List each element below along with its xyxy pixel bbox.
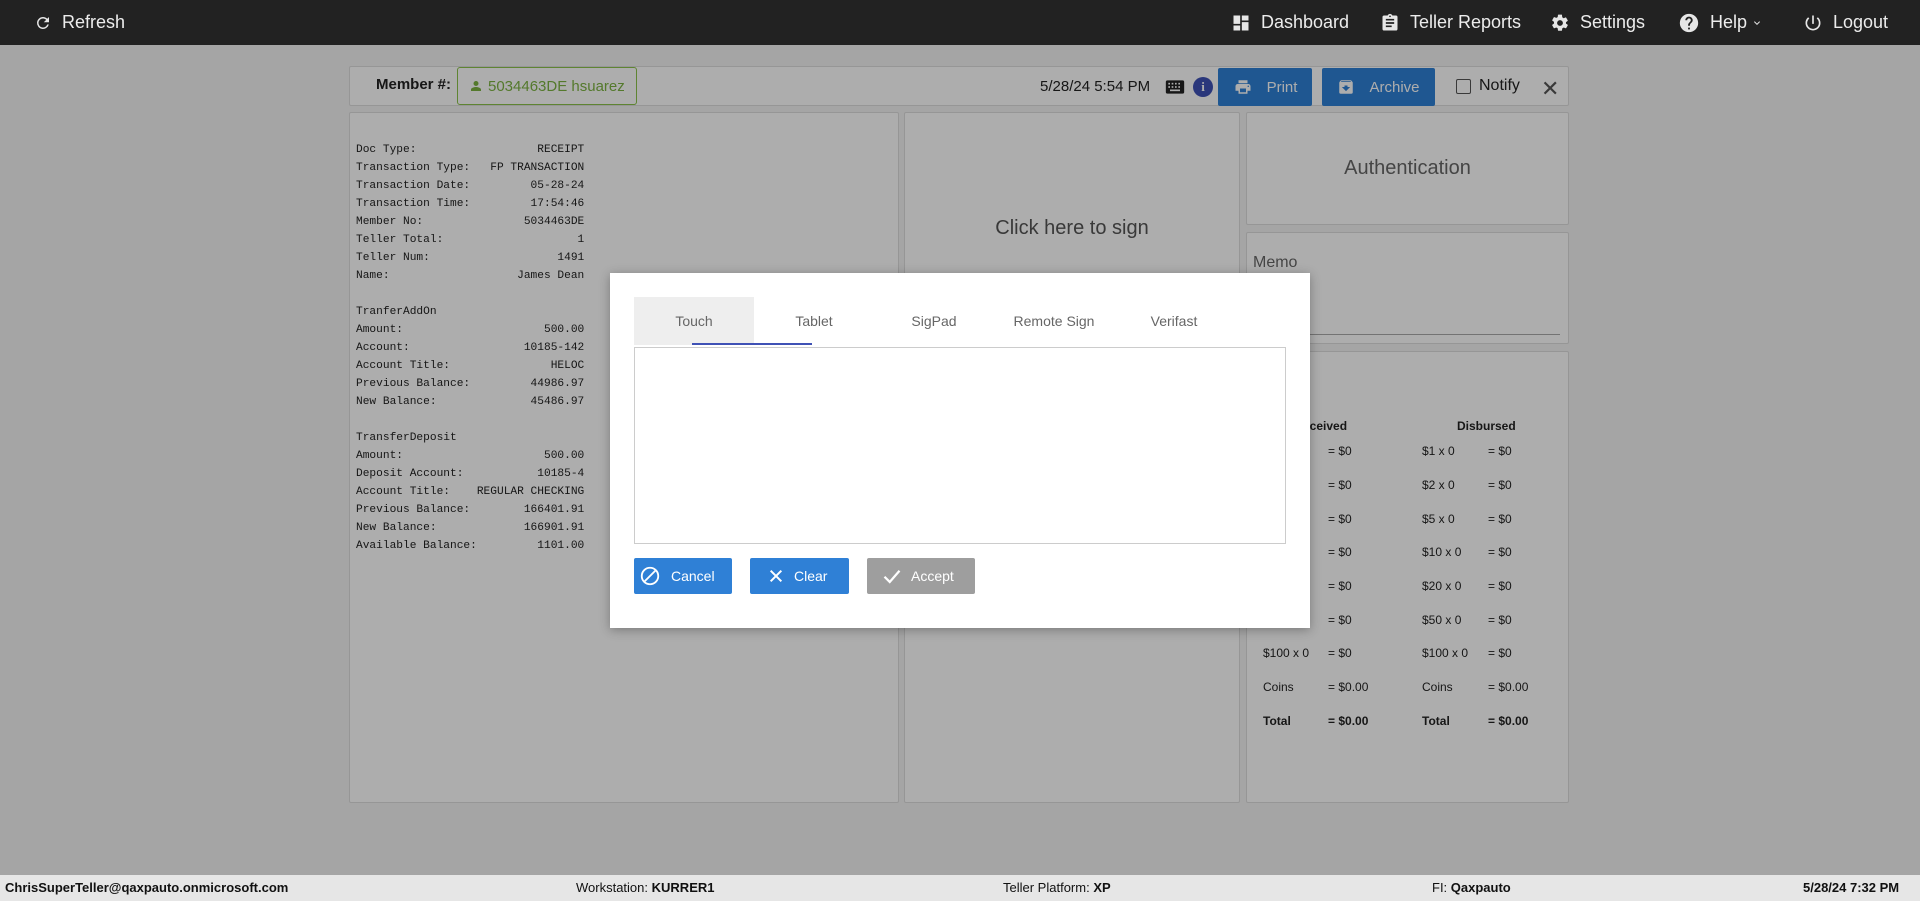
block-icon	[640, 566, 660, 586]
help-menu[interactable]: Help	[1678, 0, 1763, 45]
tab-ink-bar	[692, 343, 812, 345]
status-footer: ChrisSuperTeller@qaxpauto.onmicrosoft.co…	[0, 875, 1920, 901]
tab-touch[interactable]: Touch	[634, 297, 754, 345]
refresh-label: Refresh	[62, 12, 126, 32]
teller-reports-label: Teller Reports	[1410, 12, 1522, 32]
tab-tablet[interactable]: Tablet	[754, 297, 874, 345]
cancel-label: Cancel	[671, 568, 715, 584]
accept-label: Accept	[911, 568, 954, 584]
signature-tabs: Touch Tablet SigPad Remote Sign Verifast	[634, 297, 1274, 345]
clear-button[interactable]: Clear	[750, 558, 849, 594]
footer-user: ChrisSuperTeller@qaxpauto.onmicrosoft.co…	[5, 880, 289, 895]
accept-button[interactable]: Accept	[867, 558, 975, 594]
check-icon	[883, 570, 901, 584]
close-icon	[769, 569, 783, 583]
dashboard-label: Dashboard	[1261, 12, 1350, 32]
signature-dialog: Touch Tablet SigPad Remote Sign Verifast…	[610, 273, 1310, 628]
chevron-down-icon	[1754, 20, 1761, 25]
power-icon	[1805, 15, 1821, 30]
logout-label: Logout	[1833, 12, 1889, 32]
gear-icon	[1552, 14, 1568, 31]
dashboard-icon	[1233, 15, 1249, 30]
help-icon	[1679, 13, 1699, 32]
top-navbar: Refresh Dashboard Teller Reports Setting…	[0, 0, 1920, 45]
teller-reports-link[interactable]: Teller Reports	[1380, 0, 1521, 45]
refresh-button[interactable]: Refresh	[34, 0, 125, 45]
logout-link[interactable]: Logout	[1803, 0, 1888, 45]
footer-workstation: Workstation: KURRER1	[576, 880, 715, 895]
signature-canvas[interactable]	[634, 347, 1286, 544]
footer-datetime: 5/28/24 7:32 PM	[1803, 880, 1900, 895]
cancel-button[interactable]: Cancel	[634, 558, 732, 594]
refresh-icon	[36, 16, 49, 29]
settings-link[interactable]: Settings	[1550, 0, 1645, 45]
help-label: Help	[1710, 12, 1748, 32]
settings-label: Settings	[1580, 12, 1646, 32]
tab-sigpad[interactable]: SigPad	[874, 297, 994, 345]
tab-remote-sign[interactable]: Remote Sign	[994, 297, 1114, 345]
dashboard-link[interactable]: Dashboard	[1231, 0, 1349, 45]
clear-label: Clear	[794, 568, 828, 584]
tab-verifast[interactable]: Verifast	[1114, 297, 1234, 345]
clipboard-icon	[1382, 13, 1398, 31]
footer-fi: FI: Qaxpauto	[1432, 880, 1511, 895]
footer-platform: Teller Platform: XP	[1003, 880, 1111, 895]
